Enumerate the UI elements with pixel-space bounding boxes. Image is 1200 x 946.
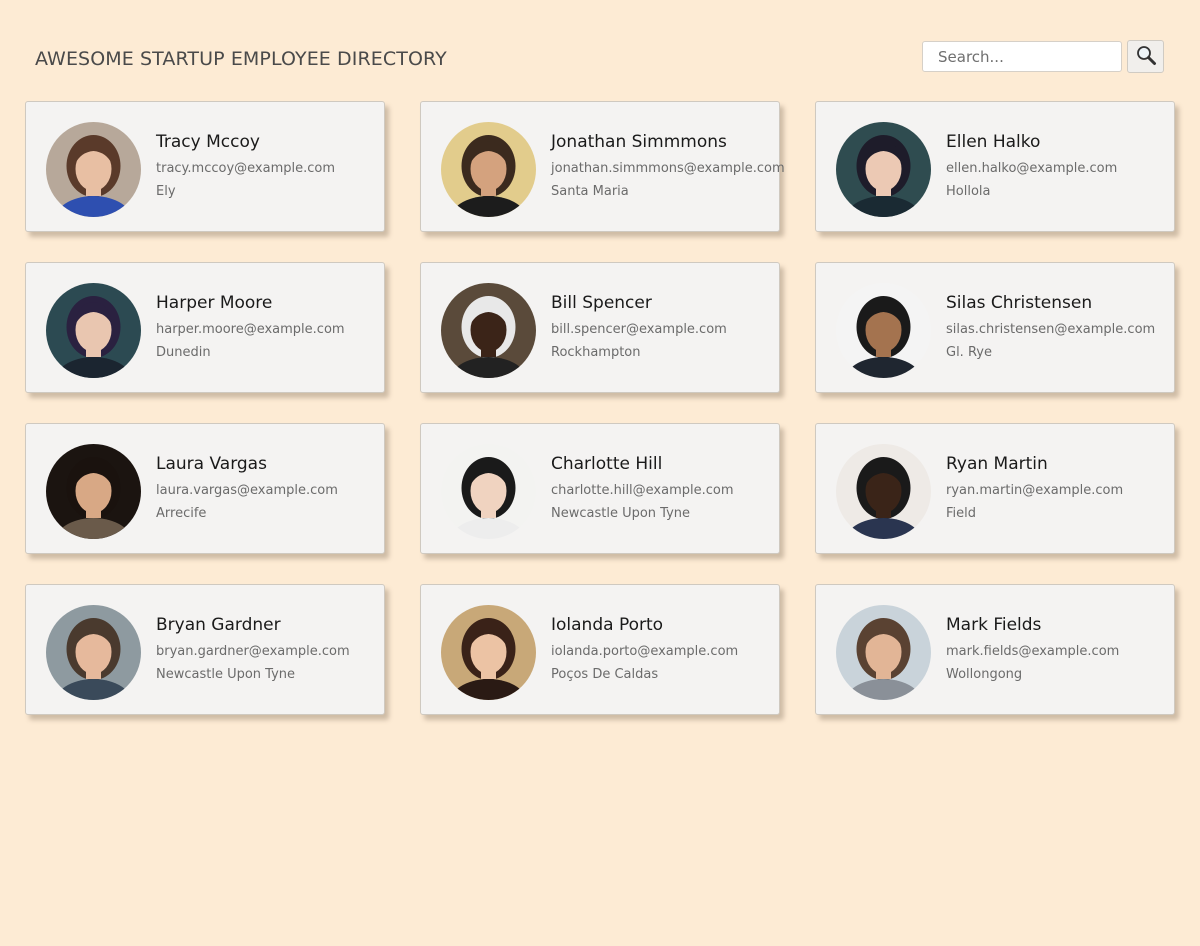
avatar [836,283,931,378]
employee-info: Jonathan Simmmons jonathan.simmmons@exam… [551,131,785,200]
portrait-image [441,283,536,378]
employee-card[interactable]: Jonathan Simmmons jonathan.simmmons@exam… [420,101,785,232]
portrait-image [441,444,536,539]
employee-name: Ryan Martin [946,454,1048,474]
portrait-image [441,605,536,700]
avatar [441,444,536,539]
avatar [836,444,931,539]
employee-email: laura.vargas@example.com [156,483,338,498]
portrait-image [46,444,141,539]
avatar [441,122,536,217]
employee-info: Ryan Martin ryan.martin@example.com Fiel… [946,453,1123,522]
employee-name: Bill Spencer [551,293,652,313]
avatar [46,122,141,217]
employee-name: Bryan Gardner [156,615,281,635]
employee-info: Mark Fields mark.fields@example.com Woll… [946,614,1119,683]
portrait-image [836,444,931,539]
employee-info: Charlotte Hill charlotte.hill@example.co… [551,453,734,522]
employee-card[interactable]: Charlotte Hill charlotte.hill@example.co… [420,423,780,554]
employee-info: Tracy Mccoy tracy.mccoy@example.com Ely [156,131,335,200]
employee-info: Iolanda Porto iolanda.porto@example.com … [551,614,738,683]
employee-grid: Tracy Mccoy tracy.mccoy@example.com Ely … [25,101,1175,715]
employee-email: ellen.halko@example.com [946,161,1118,176]
employee-name: Charlotte Hill [551,454,663,474]
employee-name: Iolanda Porto [551,615,664,635]
employee-card[interactable]: Ellen Halko ellen.halko@example.com Holl… [815,101,1175,232]
avatar [46,444,141,539]
employee-info: Ellen Halko ellen.halko@example.com Holl… [946,131,1117,200]
search-button[interactable] [1127,40,1164,73]
employee-email: bryan.gardner@example.com [156,644,350,659]
employee-card[interactable]: Mark Fields mark.fields@example.com Woll… [815,584,1175,715]
portrait-image [441,122,536,217]
portrait-image [836,122,931,217]
employee-email: silas.christensen@example.com [946,322,1156,337]
employee-email: tracy.mccoy@example.com [156,161,335,176]
avatar [46,605,141,700]
employee-name: Jonathan Simmmons [551,132,727,152]
employee-city: Field [946,506,977,521]
avatar [441,283,536,378]
portrait-image [836,283,931,378]
portrait-image [46,283,141,378]
employee-card[interactable]: Harper Moore harper.moore@example.com Du… [25,262,385,393]
avatar [836,605,931,700]
employee-city: Wollongong [946,667,1023,682]
magnifier-icon [1135,44,1157,69]
employee-card[interactable]: Silas Christensen silas.christensen@exam… [815,262,1175,393]
employee-info: Silas Christensen silas.christensen@exam… [946,292,1155,361]
search-input[interactable] [922,41,1122,72]
employee-info: Laura Vargas laura.vargas@example.com Ar… [156,453,338,522]
employee-name: Tracy Mccoy [156,132,260,152]
employee-city: Ely [156,184,176,199]
avatar [441,605,536,700]
portrait-image [46,122,141,217]
employee-city: Newcastle Upon Tyne [551,506,691,521]
employee-email: harper.moore@example.com [156,322,345,337]
employee-email: mark.fields@example.com [946,644,1120,659]
employee-city: Arrecife [156,506,207,521]
employee-city: Rockhampton [551,345,641,360]
employee-email: bill.spencer@example.com [551,322,727,337]
avatar [46,283,141,378]
avatar [836,122,931,217]
employee-card[interactable]: Bryan Gardner bryan.gardner@example.com … [25,584,385,715]
employee-card[interactable]: Iolanda Porto iolanda.porto@example.com … [420,584,780,715]
employee-city: Santa Maria [551,184,629,199]
employee-city: Gl. Rye [946,345,992,360]
employee-name: Harper Moore [156,293,273,313]
employee-city: Dunedin [156,345,211,360]
employee-name: Ellen Halko [946,132,1041,152]
employee-city: Hollola [946,184,991,199]
employee-city: Newcastle Upon Tyne [156,667,296,682]
search-bar [922,40,1164,73]
employee-info: Harper Moore harper.moore@example.com Du… [156,292,345,361]
employee-name: Mark Fields [946,615,1042,635]
employee-name: Laura Vargas [156,454,267,474]
employee-email: jonathan.simmmons@example.com [551,161,785,176]
employee-email: charlotte.hill@example.com [551,483,734,498]
employee-city: Poços De Caldas [551,667,659,682]
employee-email: iolanda.porto@example.com [551,644,739,659]
employee-card[interactable]: Tracy Mccoy tracy.mccoy@example.com Ely [25,101,385,232]
employee-email: ryan.martin@example.com [946,483,1124,498]
page-title: AWESOME STARTUP EMPLOYEE DIRECTORY [35,48,447,70]
employee-name: Silas Christensen [946,293,1093,313]
employee-card[interactable]: Bill Spencer bill.spencer@example.com Ro… [420,262,780,393]
employee-info: Bryan Gardner bryan.gardner@example.com … [156,614,350,683]
portrait-image [836,605,931,700]
portrait-image [46,605,141,700]
employee-card[interactable]: Ryan Martin ryan.martin@example.com Fiel… [815,423,1175,554]
employee-card[interactable]: Laura Vargas laura.vargas@example.com Ar… [25,423,385,554]
employee-info: Bill Spencer bill.spencer@example.com Ro… [551,292,727,361]
